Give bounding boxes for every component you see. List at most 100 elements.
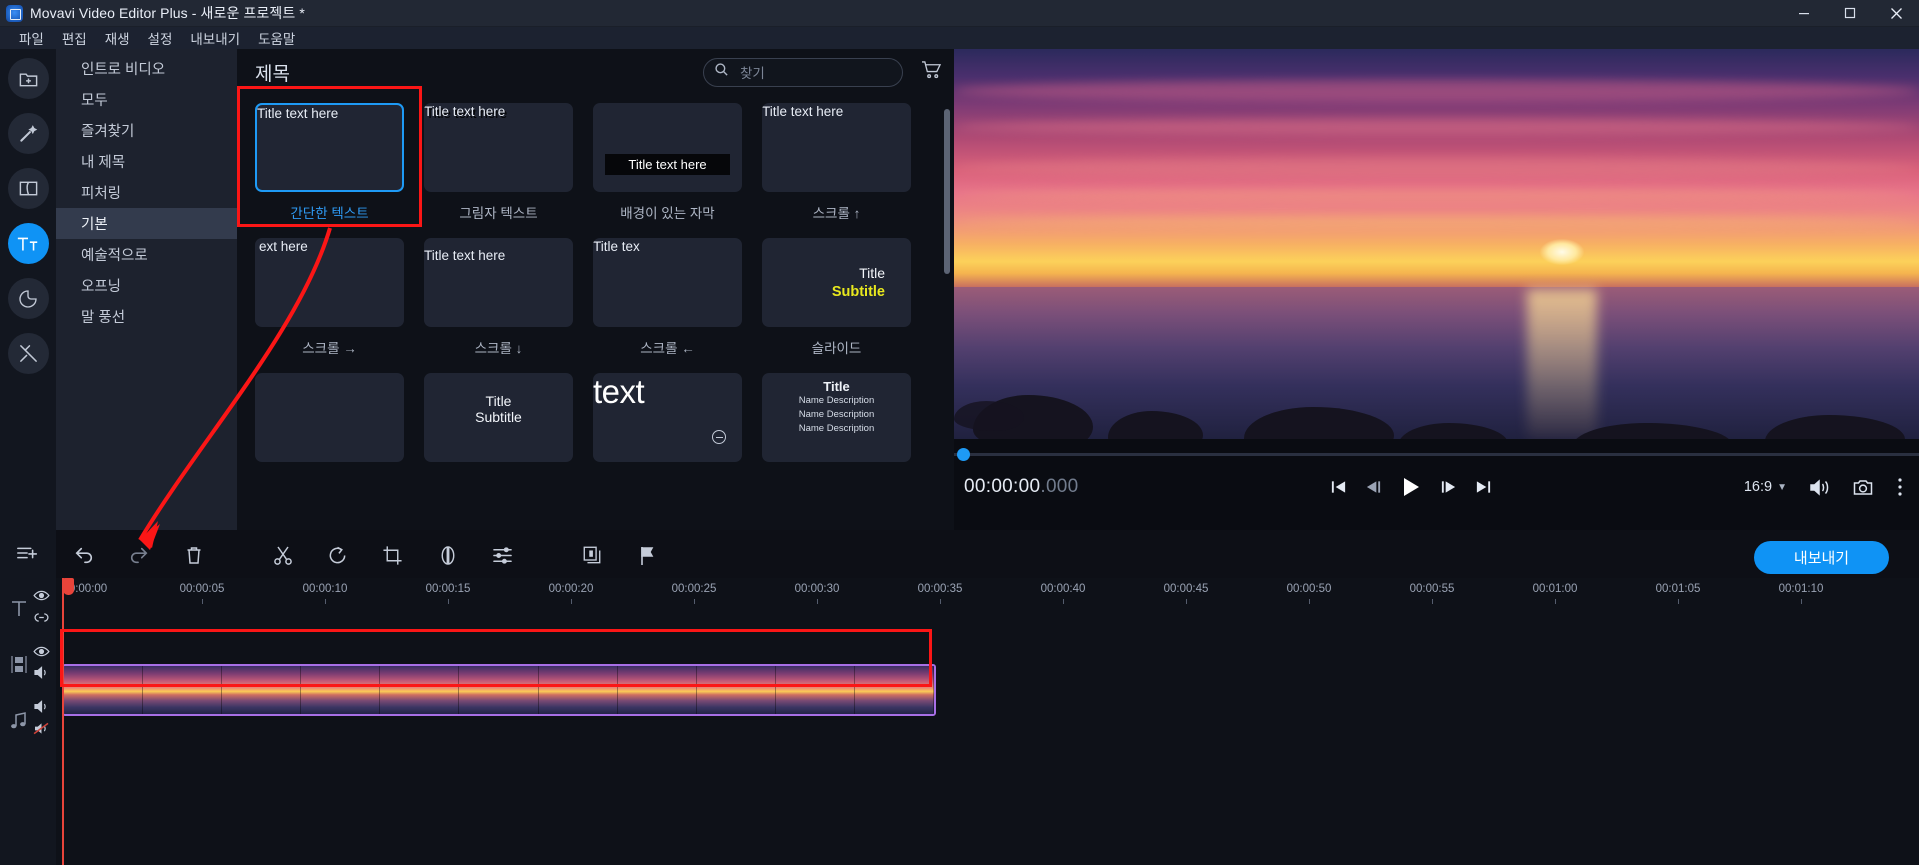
- category-artistic[interactable]: 예술적으로: [56, 239, 237, 270]
- title-card-shadow-text[interactable]: Title text here 그림자 텍스트: [424, 103, 593, 238]
- link-icon[interactable]: [33, 610, 50, 628]
- track-header-video[interactable]: [0, 636, 56, 692]
- title-card-thumbnail[interactable]: Title text here: [593, 103, 742, 192]
- film-strip-icon: [5, 655, 33, 674]
- title-card-subtitle-with-bg[interactable]: Title text here 배경이 있는 자막: [593, 103, 762, 238]
- title-card-thumbnail[interactable]: ext here: [255, 238, 404, 327]
- volume-icon[interactable]: [1809, 478, 1831, 497]
- delete-button[interactable]: [166, 545, 221, 571]
- menu-item-playback[interactable]: 재생: [96, 26, 139, 50]
- title-card-slide[interactable]: Title Subtitle 슬라이드: [762, 238, 931, 373]
- video-preview[interactable]: [954, 49, 1919, 439]
- eye-icon[interactable]: [33, 644, 50, 662]
- timeline-video-clip[interactable]: [62, 664, 936, 716]
- title-card-thumbnail[interactable]: Title Subtitle: [424, 373, 573, 462]
- next-frame-icon[interactable]: [1440, 479, 1457, 495]
- menu-item-help[interactable]: 도움말: [249, 26, 304, 50]
- split-button[interactable]: [255, 545, 310, 571]
- previous-frame-icon[interactable]: [1365, 479, 1382, 495]
- title-card-thumbnail[interactable]: text: [593, 373, 742, 462]
- title-preview-subtitle: Subtitle: [475, 409, 522, 425]
- chroma-key-button[interactable]: [564, 545, 619, 570]
- title-card-thumbnail[interactable]: Title text here: [255, 103, 404, 192]
- redo-button[interactable]: [111, 545, 166, 570]
- speaker-icon[interactable]: [33, 666, 50, 684]
- rail-transitions-button[interactable]: [7, 168, 49, 209]
- speaker-icon[interactable]: [33, 700, 50, 718]
- menu-item-settings[interactable]: 설정: [139, 26, 182, 50]
- eye-icon[interactable]: [33, 588, 50, 606]
- skip-to-end-icon[interactable]: [1475, 479, 1492, 495]
- rail-more-tools-button[interactable]: [7, 333, 49, 374]
- title-card-thumbnail[interactable]: Title text here: [762, 103, 911, 192]
- title-card-thumbnail[interactable]: Title text here: [424, 103, 573, 192]
- title-card-thumbnail[interactable]: Title Subtitle: [762, 238, 911, 327]
- title-card-scroll-left[interactable]: Title tex 스크롤 ←: [593, 238, 762, 373]
- timeline-ruler[interactable]: 0:00:00 00:00:05 00:00:10 00:00:15 00:00…: [56, 578, 1919, 604]
- title-card-thumbnail[interactable]: Title tex: [593, 238, 742, 327]
- seek-handle[interactable]: [957, 448, 970, 461]
- title-card-row3-4[interactable]: Title Name Description Name Description …: [762, 373, 931, 478]
- undo-button[interactable]: [56, 545, 111, 570]
- title-card-label: 스크롤 ←: [640, 341, 695, 356]
- crop-button[interactable]: [365, 545, 420, 571]
- menu-item-edit[interactable]: 편집: [53, 26, 96, 50]
- menu-item-export[interactable]: 내보내기: [181, 26, 249, 50]
- category-opening[interactable]: 오프닝: [56, 270, 237, 301]
- more-vertical-icon[interactable]: [1897, 477, 1903, 497]
- cart-icon[interactable]: [921, 60, 942, 84]
- properties-button[interactable]: [475, 546, 530, 570]
- title-card-label: 그림자 텍스트: [459, 206, 538, 221]
- playhead-knob[interactable]: [63, 578, 74, 595]
- maximize-icon[interactable]: [1827, 0, 1873, 27]
- trash-icon: [185, 545, 203, 571]
- sea: [954, 287, 1919, 439]
- title-card-scroll-up[interactable]: Title text here 스크롤 ↑: [762, 103, 931, 238]
- title-card-row3-2[interactable]: Title Subtitle: [424, 373, 593, 478]
- category-favorites[interactable]: 즐겨찾기: [56, 115, 237, 146]
- rail-import-media-button[interactable]: [7, 58, 49, 99]
- search-input[interactable]: 찾기: [703, 57, 903, 87]
- marker-button[interactable]: [619, 545, 674, 571]
- category-basic[interactable]: 기본: [56, 208, 237, 239]
- timeline-title-track[interactable]: [62, 604, 1919, 652]
- category-label: 내 제목: [81, 155, 126, 171]
- menu-item-file[interactable]: 파일: [10, 26, 53, 50]
- rail-titles-button[interactable]: [7, 223, 49, 264]
- category-my-titles[interactable]: 내 제목: [56, 146, 237, 177]
- rail-stickers-button[interactable]: [7, 278, 49, 319]
- timeline[interactable]: 0:00:00 00:00:05 00:00:10 00:00:15 00:00…: [56, 578, 1919, 865]
- title-card-scroll-right[interactable]: ext here 스크롤 →: [255, 238, 424, 373]
- color-adjust-button[interactable]: [420, 545, 475, 571]
- timeline-playhead[interactable]: [62, 578, 74, 865]
- aspect-ratio-selector[interactable]: 16:9 ▼: [1744, 479, 1787, 495]
- titles-grid: Title text here 간단한 텍스트 Title text here …: [237, 95, 954, 478]
- rail-filters-button[interactable]: [7, 113, 49, 154]
- category-featured[interactable]: 피처링: [56, 177, 237, 208]
- rotate-button[interactable]: [310, 545, 365, 571]
- category-all[interactable]: 모두: [56, 84, 237, 115]
- title-card-scroll-down[interactable]: Title text here 스크롤 ↓: [424, 238, 593, 373]
- speaker-muted-icon[interactable]: [33, 722, 50, 740]
- title-card-row3-3[interactable]: text: [593, 373, 762, 478]
- ruler-tick-label: 00:00:30: [794, 583, 840, 595]
- skip-to-start-icon[interactable]: [1330, 479, 1347, 495]
- category-speech-bubble[interactable]: 말 풍선: [56, 301, 237, 332]
- title-card-thumbnail[interactable]: Title Name Description Name Description …: [762, 373, 911, 462]
- minimize-icon[interactable]: [1781, 0, 1827, 27]
- title-card-simple-text[interactable]: Title text here 간단한 텍스트: [255, 103, 424, 238]
- add-track-button[interactable]: [0, 530, 56, 580]
- camera-icon[interactable]: [1853, 478, 1875, 497]
- title-card-thumbnail[interactable]: Title text here: [424, 238, 573, 327]
- category-label: 예술적으로: [81, 248, 148, 264]
- title-card-row3-1[interactable]: [255, 373, 424, 478]
- title-preview-line: Name Description: [798, 408, 875, 420]
- close-icon[interactable]: [1873, 0, 1919, 27]
- browser-scrollbar[interactable]: [944, 109, 950, 274]
- track-header-title[interactable]: [0, 580, 56, 636]
- category-intro-video[interactable]: 인트로 비디오: [56, 53, 237, 84]
- play-icon[interactable]: [1400, 476, 1422, 498]
- title-card-thumbnail[interactable]: [255, 373, 404, 462]
- export-button[interactable]: 내보내기: [1754, 541, 1889, 574]
- track-header-audio[interactable]: [0, 692, 56, 748]
